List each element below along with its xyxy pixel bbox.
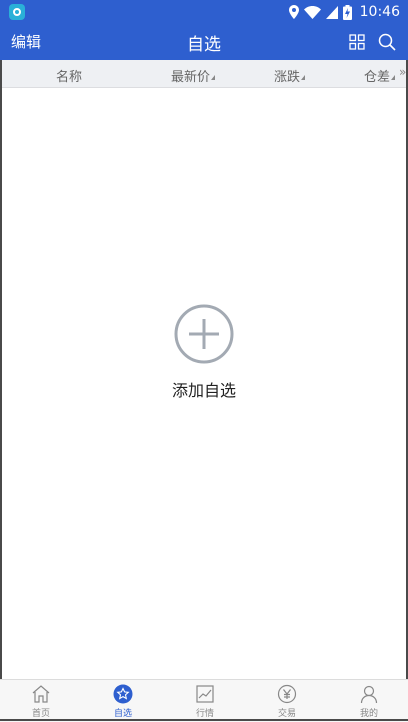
tab-market-label: 行情 (195, 709, 214, 719)
bottom-tab-bar: 首页 自选 行情 交易 我的 (0, 679, 408, 722)
signal-icon (325, 5, 338, 19)
column-open-interest-diff[interactable]: 仓差 (364, 66, 396, 85)
battery-charging-icon (342, 4, 352, 20)
status-clock: 10:46 (359, 4, 400, 20)
tab-watchlist-label: 自选 (113, 709, 132, 719)
app-header: 编辑 自选 (0, 24, 408, 60)
chart-icon (196, 685, 214, 703)
yen-icon (277, 684, 297, 704)
tab-profile-label: 我的 (359, 709, 378, 719)
add-watchlist-button[interactable]: 添加自选 (0, 377, 408, 401)
location-icon (288, 5, 299, 19)
sort-indicator-icon (211, 75, 216, 80)
column-open-interest-diff-label: 仓差 (364, 70, 391, 85)
user-icon (360, 685, 378, 704)
search-icon[interactable] (378, 33, 396, 51)
column-change[interactable]: 涨跌 (274, 66, 306, 85)
sort-indicator-icon (301, 75, 306, 80)
star-icon (113, 684, 133, 704)
plus-circle-icon[interactable] (174, 304, 234, 364)
tab-watchlist[interactable]: 自选 (82, 680, 164, 722)
home-icon (32, 685, 50, 703)
tab-profile[interactable]: 我的 (328, 680, 408, 722)
column-header-row: 名称 最新价 涨跌 仓差 » (2, 60, 406, 88)
column-change-label: 涨跌 (274, 70, 301, 85)
page-title: 自选 (187, 35, 221, 55)
frame-left-border (0, 60, 2, 679)
status-bar: 10:46 (0, 0, 408, 24)
tab-home[interactable]: 首页 (0, 680, 82, 722)
grid-icon[interactable] (349, 34, 365, 50)
app-notification-icon (9, 4, 25, 20)
column-latest-price-label: 最新价 (171, 70, 211, 85)
column-name-label: 名称 (56, 70, 83, 85)
tab-market[interactable]: 行情 (164, 680, 246, 722)
column-name[interactable]: 名称 (56, 66, 82, 85)
column-latest-price[interactable]: 最新价 (171, 66, 216, 85)
status-icons: 10:46 (288, 3, 400, 21)
wifi-icon (303, 5, 321, 19)
sort-indicator-icon (391, 75, 396, 80)
tab-trade-label: 交易 (277, 709, 296, 719)
tab-trade[interactable]: 交易 (246, 680, 328, 722)
tab-home-label: 首页 (31, 709, 50, 719)
